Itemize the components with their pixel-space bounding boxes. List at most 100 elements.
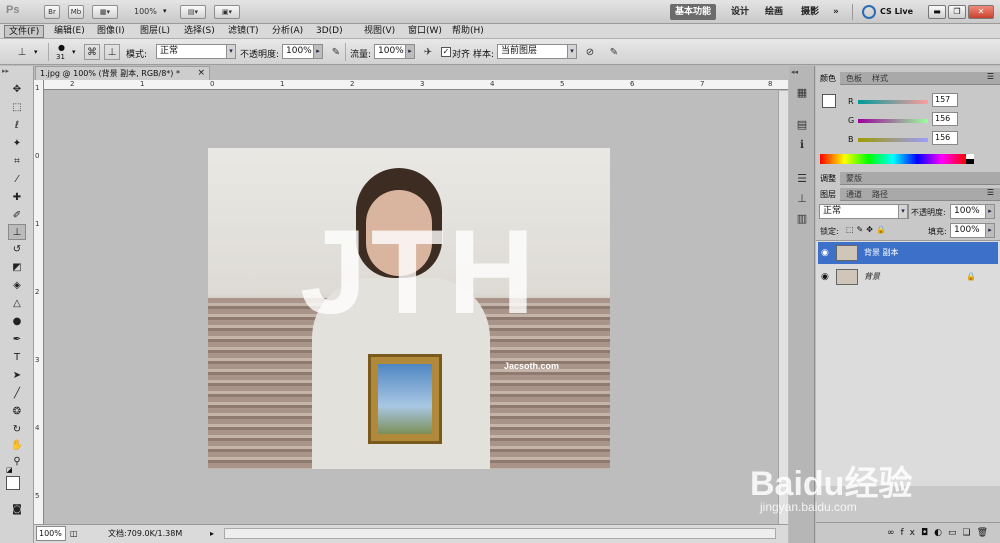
workspace-photography[interactable]: 摄影: [796, 4, 824, 20]
eye-icon[interactable]: ◉: [821, 266, 829, 288]
mini-bridge-button[interactable]: Mb: [68, 5, 84, 19]
status-info-icon[interactable]: ◫: [70, 525, 78, 542]
history-brush-tool-icon[interactable]: ↺: [8, 242, 26, 258]
path-selection-tool-icon[interactable]: ➤: [8, 368, 26, 384]
aligned-checkbox[interactable]: ✓: [441, 47, 451, 57]
horizontal-scrollbar[interactable]: [224, 528, 776, 539]
more-workspaces-button[interactable]: »: [828, 4, 844, 20]
histogram-icon[interactable]: ▤: [793, 116, 811, 134]
layer-opacity-arrow-icon[interactable]: ▸: [985, 204, 995, 219]
bridge-button[interactable]: Br: [44, 5, 60, 19]
lock-icons[interactable]: ⬚✎✥🔒: [846, 225, 889, 234]
b-value-input[interactable]: 156: [932, 131, 958, 145]
quick-selection-tool-icon[interactable]: ✦: [8, 136, 26, 152]
foreground-color-swatch[interactable]: [6, 476, 20, 490]
fill-input[interactable]: 100%: [950, 223, 986, 238]
move-tool-icon[interactable]: ✥: [8, 82, 26, 98]
blur-tool-icon[interactable]: △: [8, 296, 26, 312]
new-layer-icon[interactable]: ❏: [962, 528, 976, 538]
status-zoom-input[interactable]: 100%: [36, 526, 66, 541]
blend-mode-select[interactable]: 正常: [819, 204, 909, 219]
flow-input[interactable]: 100%: [374, 44, 406, 59]
menu-filter[interactable]: 滤镜(T): [224, 25, 263, 38]
restore-button[interactable]: ❐: [948, 5, 966, 19]
brush-presets-icon[interactable]: ☰: [793, 170, 811, 188]
extras-dropdown[interactable]: ▦▾: [92, 5, 118, 19]
pen-tool-icon[interactable]: ✒: [8, 332, 26, 348]
workspace-painting[interactable]: 绘画: [760, 4, 788, 20]
clone-source-panel-icon[interactable]: ⊥: [104, 44, 120, 60]
workspace-design[interactable]: 设计: [726, 4, 754, 20]
3d-rotate-tool-icon[interactable]: ❂: [8, 404, 26, 420]
clone-stamp-tool-icon[interactable]: ⊥: [8, 224, 26, 240]
3d-orbit-tool-icon[interactable]: ↻: [8, 422, 26, 438]
menu-select[interactable]: 选择(S): [180, 25, 219, 38]
menu-view[interactable]: 视图(V): [360, 25, 399, 38]
minimize-button[interactable]: ▬: [928, 5, 946, 19]
b-slider[interactable]: [858, 138, 928, 142]
eyedropper-tool-icon[interactable]: ⁄: [8, 172, 26, 188]
g-slider[interactable]: [858, 119, 928, 123]
r-value-input[interactable]: 157: [932, 93, 958, 107]
fill-arrow-icon[interactable]: ▸: [985, 223, 995, 238]
paint-bucket-tool-icon[interactable]: ◈: [8, 278, 26, 294]
link-layers-icon[interactable]: ∞: [887, 528, 901, 538]
tab-paths[interactable]: 路径: [868, 188, 892, 201]
menu-file[interactable]: 文件(F): [4, 25, 45, 38]
type-tool-icon[interactable]: T: [8, 350, 26, 366]
menu-layer[interactable]: 图层(L): [136, 25, 174, 38]
status-menu-arrow-icon[interactable]: ▸: [210, 525, 214, 542]
menu-3d[interactable]: 3D(D): [312, 25, 347, 38]
close-window-button[interactable]: ✕: [968, 5, 994, 19]
group-icon[interactable]: ▭: [948, 528, 963, 538]
blend-mode-chevron-icon[interactable]: ▾: [898, 204, 908, 219]
dodge-tool-icon[interactable]: ●: [8, 314, 26, 330]
marquee-tool-icon[interactable]: ⬚: [8, 100, 26, 116]
healing-brush-tool-icon[interactable]: ✚: [8, 190, 26, 206]
layers-menu-icon[interactable]: ☰: [987, 188, 994, 197]
eye-icon[interactable]: ◉: [821, 242, 829, 264]
eraser-tool-icon[interactable]: ◩: [8, 260, 26, 276]
tool-presets-icon[interactable]: ▥: [793, 210, 811, 228]
opacity-arrow-icon[interactable]: ▸: [313, 44, 323, 59]
tab-styles[interactable]: 样式: [868, 72, 892, 85]
quick-mask-icon[interactable]: ◙: [8, 502, 26, 518]
zoom-chevron-icon[interactable]: ▾: [163, 7, 167, 15]
hand-tool-icon[interactable]: ✋: [8, 438, 26, 454]
mini-bridge-icon[interactable]: ▦: [793, 84, 811, 102]
menu-image[interactable]: 图像(I): [93, 25, 129, 38]
close-document-icon[interactable]: ×: [197, 67, 205, 80]
preset-chevron-icon[interactable]: ▾: [34, 48, 38, 56]
mode-select[interactable]: 正常: [156, 44, 236, 59]
menu-edit[interactable]: 编辑(E): [50, 25, 89, 38]
trash-icon[interactable]: 🗑: [977, 528, 994, 538]
clone-stamp-preset-icon[interactable]: ⊥: [14, 44, 30, 60]
tablet-pressure-size-icon[interactable]: ✎: [606, 44, 622, 60]
layer-row[interactable]: ◉ 背景 🔒: [818, 266, 998, 288]
brush-tool-icon[interactable]: ✐: [8, 208, 26, 224]
brush-chevron-icon[interactable]: ▾: [72, 48, 76, 56]
lasso-tool-icon[interactable]: ℓ: [8, 118, 26, 134]
mode-chevron-icon[interactable]: ▾: [226, 44, 236, 59]
document-tab[interactable]: 1.jpg @ 100% (背景 副本, RGB/8*) * ×: [35, 66, 210, 80]
default-colors-icon[interactable]: ◪: [6, 466, 13, 474]
workspace-essentials[interactable]: 基本功能: [670, 4, 717, 20]
color-foreground-swatch[interactable]: [822, 94, 836, 108]
arrange-documents-button[interactable]: ▤▾: [180, 5, 206, 19]
line-tool-icon[interactable]: ╱: [8, 386, 26, 402]
ignore-adjustment-layers-icon[interactable]: ⊘: [582, 44, 598, 60]
layer-name[interactable]: 背景: [864, 266, 880, 288]
tab-swatches[interactable]: 色板: [842, 72, 866, 85]
layer-opacity-input[interactable]: 100%: [950, 204, 986, 219]
clone-source-icon[interactable]: ⊥: [793, 190, 811, 208]
cs-live-button[interactable]: CS Live: [880, 7, 913, 16]
mask-icon[interactable]: ◘: [921, 528, 934, 538]
layer-name[interactable]: 背景 副本: [864, 242, 899, 264]
black-white-swatch[interactable]: [966, 154, 974, 164]
collapse-toolbox-icon[interactable]: ▸▸: [2, 67, 9, 75]
flow-arrow-icon[interactable]: ▸: [405, 44, 415, 59]
r-slider[interactable]: [858, 100, 928, 104]
tab-masks[interactable]: 蒙版: [842, 172, 866, 185]
tab-adjustments[interactable]: 调整: [816, 172, 840, 185]
opacity-input[interactable]: 100%: [282, 44, 314, 59]
